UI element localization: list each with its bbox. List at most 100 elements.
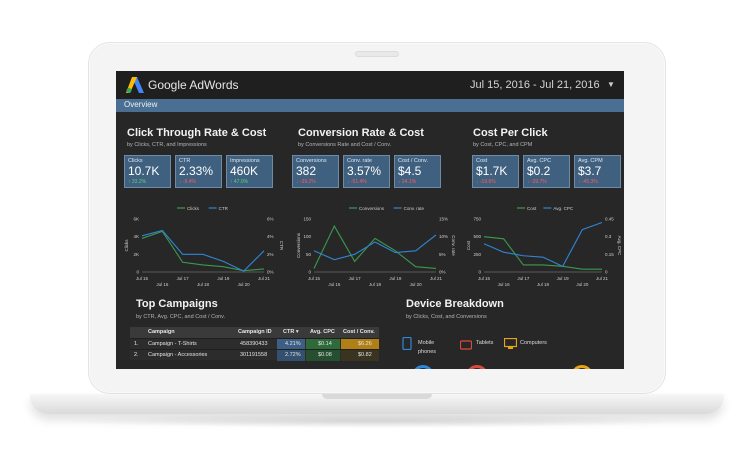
series-line-clicks — [141, 230, 265, 272]
computer-icon — [503, 337, 518, 349]
table-row[interactable]: 2. Campaign - Accessories 301191558 2.72… — [130, 349, 379, 361]
chart-clicks-ctr: Clicks CTR 6K 4K 2K 0 6% 4% 2% 0% Clicks CTR Jul 15 J… — [124, 206, 284, 287]
x-tick: Jul 17 — [517, 276, 530, 281]
legend-label: Conversions — [359, 206, 385, 211]
kpi-value: 3.57% — [347, 164, 382, 178]
kpi-delta: ↓ -39.2% — [296, 179, 316, 185]
top-bar: Google AdWords Jul 15, 2016 - Jul 21, 20… — [116, 71, 624, 99]
section-title-devices: Device Breakdown — [406, 298, 504, 310]
kpi-card-ctr: CTR 2.33% ↓ -9.4% — [175, 155, 222, 188]
y-axis-label-left: Clicks — [124, 239, 129, 252]
kpi-card-conversions: Conversions 382 ↓ -39.2% — [292, 155, 339, 188]
series-line-conversions — [313, 224, 437, 270]
kpi-delta: ↑ 47.0% — [230, 179, 249, 185]
kpi-value: 460K — [230, 164, 259, 178]
y-tick-right: 0.15 — [605, 252, 614, 257]
section-subtitle-cpc: by Cost, CPC, and CPM — [473, 142, 533, 148]
gauge-mobile — [412, 365, 434, 369]
gauge-tablet — [466, 365, 488, 369]
kpi-delta: ↓ -45.3% — [578, 179, 598, 185]
y-tick-left: 150 — [303, 217, 311, 222]
x-tick: Jul 19 — [557, 276, 570, 281]
x-tick: Jul 15 — [136, 276, 149, 281]
section-title-cpc: Cost Per Click — [473, 127, 548, 139]
chart-cost-cpc: Cost Avg. CPC 750 500 250 0 0.45 0.3 0.15 0 Cost Av… — [466, 206, 622, 287]
y-tick-left: 500 — [473, 234, 481, 239]
y-axis-label-right: Avg. CPC — [617, 236, 622, 256]
series-line-avg-cpc — [483, 222, 603, 268]
legend-label: Clicks — [187, 206, 200, 211]
y-axis-label-right: Conv. rate — [451, 235, 456, 256]
kpi-value: $0.2 — [527, 164, 551, 178]
x-tick: Jul 18 — [369, 282, 382, 287]
y-tick-left: 0 — [308, 270, 311, 275]
y-tick-left: 2K — [133, 252, 139, 257]
col-cost-conv[interactable]: Cost / Conv. — [343, 329, 375, 335]
y-tick-right: 2% — [267, 252, 274, 257]
x-tick: Jul 17 — [177, 276, 190, 281]
kpi-card-avg-cpm: Avg. CPM $3.7 ↓ -45.3% — [574, 155, 621, 188]
x-tick: Jul 20 — [576, 282, 589, 287]
x-tick: Jul 20 — [410, 282, 423, 287]
table-row[interactable]: 1. Campaign - T-Shirts 458390433 4.21% $… — [130, 338, 379, 350]
y-tick-right: 5% — [439, 252, 446, 257]
y-tick-right: 15% — [439, 217, 448, 222]
kpi-delta: ↓ -19.6% — [476, 179, 496, 185]
y-tick-left: 50 — [306, 252, 312, 257]
x-tick: Jul 16 — [498, 282, 511, 287]
x-tick: Jul 15 — [308, 276, 321, 281]
y-tick-left: 250 — [473, 252, 481, 257]
tab-overview[interactable]: Overview — [124, 100, 157, 109]
section-subtitle-campaigns: by CTR, Avg. CPC, and Cost / Conv. — [136, 314, 226, 320]
x-tick: Jul 20 — [238, 282, 251, 287]
x-tick: Jul 16 — [156, 282, 169, 287]
kpi-delta: ↑ 33.2% — [128, 179, 147, 185]
kpi-delta: ↓ -51.4% — [347, 179, 367, 185]
kpi-card-cost-conv-: Cost / Conv. $4.5 ↓ 24.1% — [394, 155, 441, 188]
base-groove — [322, 394, 432, 399]
section-subtitle-ctr: by Clicks, CTR, and Impressions — [127, 142, 207, 148]
x-tick: Jul 16 — [328, 282, 341, 287]
y-axis-label-left: Cost — [466, 240, 471, 250]
y-tick-left: 0 — [478, 270, 481, 275]
x-tick: Jul 18 — [197, 282, 210, 287]
tab-bar: Overview — [116, 99, 624, 112]
kpi-value: 382 — [296, 164, 317, 178]
col-avg-cpc[interactable]: Avg. CPC — [310, 329, 335, 335]
kpi-card-avg-cpc: Avg. CPC $0.2 ↓ -39.7% — [523, 155, 570, 188]
adwords-logo-icon — [126, 77, 144, 93]
tablet-icon — [459, 340, 473, 350]
dashboard-screen: Google AdWords Jul 15, 2016 - Jul 21, 20… — [116, 71, 624, 369]
kpi-card-clicks: Clicks 10.7K ↑ 33.2% — [124, 155, 171, 188]
mobile-icon — [402, 336, 412, 351]
y-tick-right: 10% — [439, 234, 448, 239]
x-tick: Jul 21 — [430, 276, 443, 281]
y-tick-right: 6% — [267, 217, 274, 222]
kpi-delta: ↓ 24.1% — [398, 179, 417, 185]
brand-name: Google AdWords — [148, 78, 239, 92]
y-tick-left: 0 — [136, 270, 139, 275]
legend-label: Cost — [527, 206, 537, 211]
x-tick: Jul 21 — [596, 276, 609, 281]
y-tick-right: 4% — [267, 234, 274, 239]
kpi-delta: ↓ -39.7% — [527, 179, 547, 185]
col-ctr[interactable]: CTR ▾ — [283, 329, 299, 335]
kpi-value: $4.5 — [398, 164, 422, 178]
y-tick-left: 4K — [133, 234, 139, 239]
col-campaign[interactable]: Campaign — [148, 329, 175, 335]
section-subtitle-conversion: by Conversions Rate and Cost / Conv. — [298, 142, 392, 148]
col-campaign-id[interactable]: Campaign ID — [238, 329, 272, 335]
x-tick: Jul 15 — [478, 276, 491, 281]
device-tablet: Tablets — [459, 337, 493, 355]
x-tick: Jul 17 — [349, 276, 362, 281]
y-tick-right: 0.3 — [605, 234, 612, 239]
date-range-selector[interactable]: Jul 15, 2016 - Jul 21, 2016 — [470, 79, 600, 91]
x-tick: Jul 19 — [389, 276, 402, 281]
legend-label: CTR — [219, 206, 229, 211]
gauge-computer — [571, 365, 593, 369]
y-tick-right: 0% — [439, 270, 446, 275]
chevron-down-icon[interactable]: ▼ — [607, 80, 615, 89]
legend-label: Avg. CPC — [553, 206, 573, 211]
legend-label: Conv. rate — [404, 206, 425, 211]
x-tick: Jul 18 — [537, 282, 550, 287]
